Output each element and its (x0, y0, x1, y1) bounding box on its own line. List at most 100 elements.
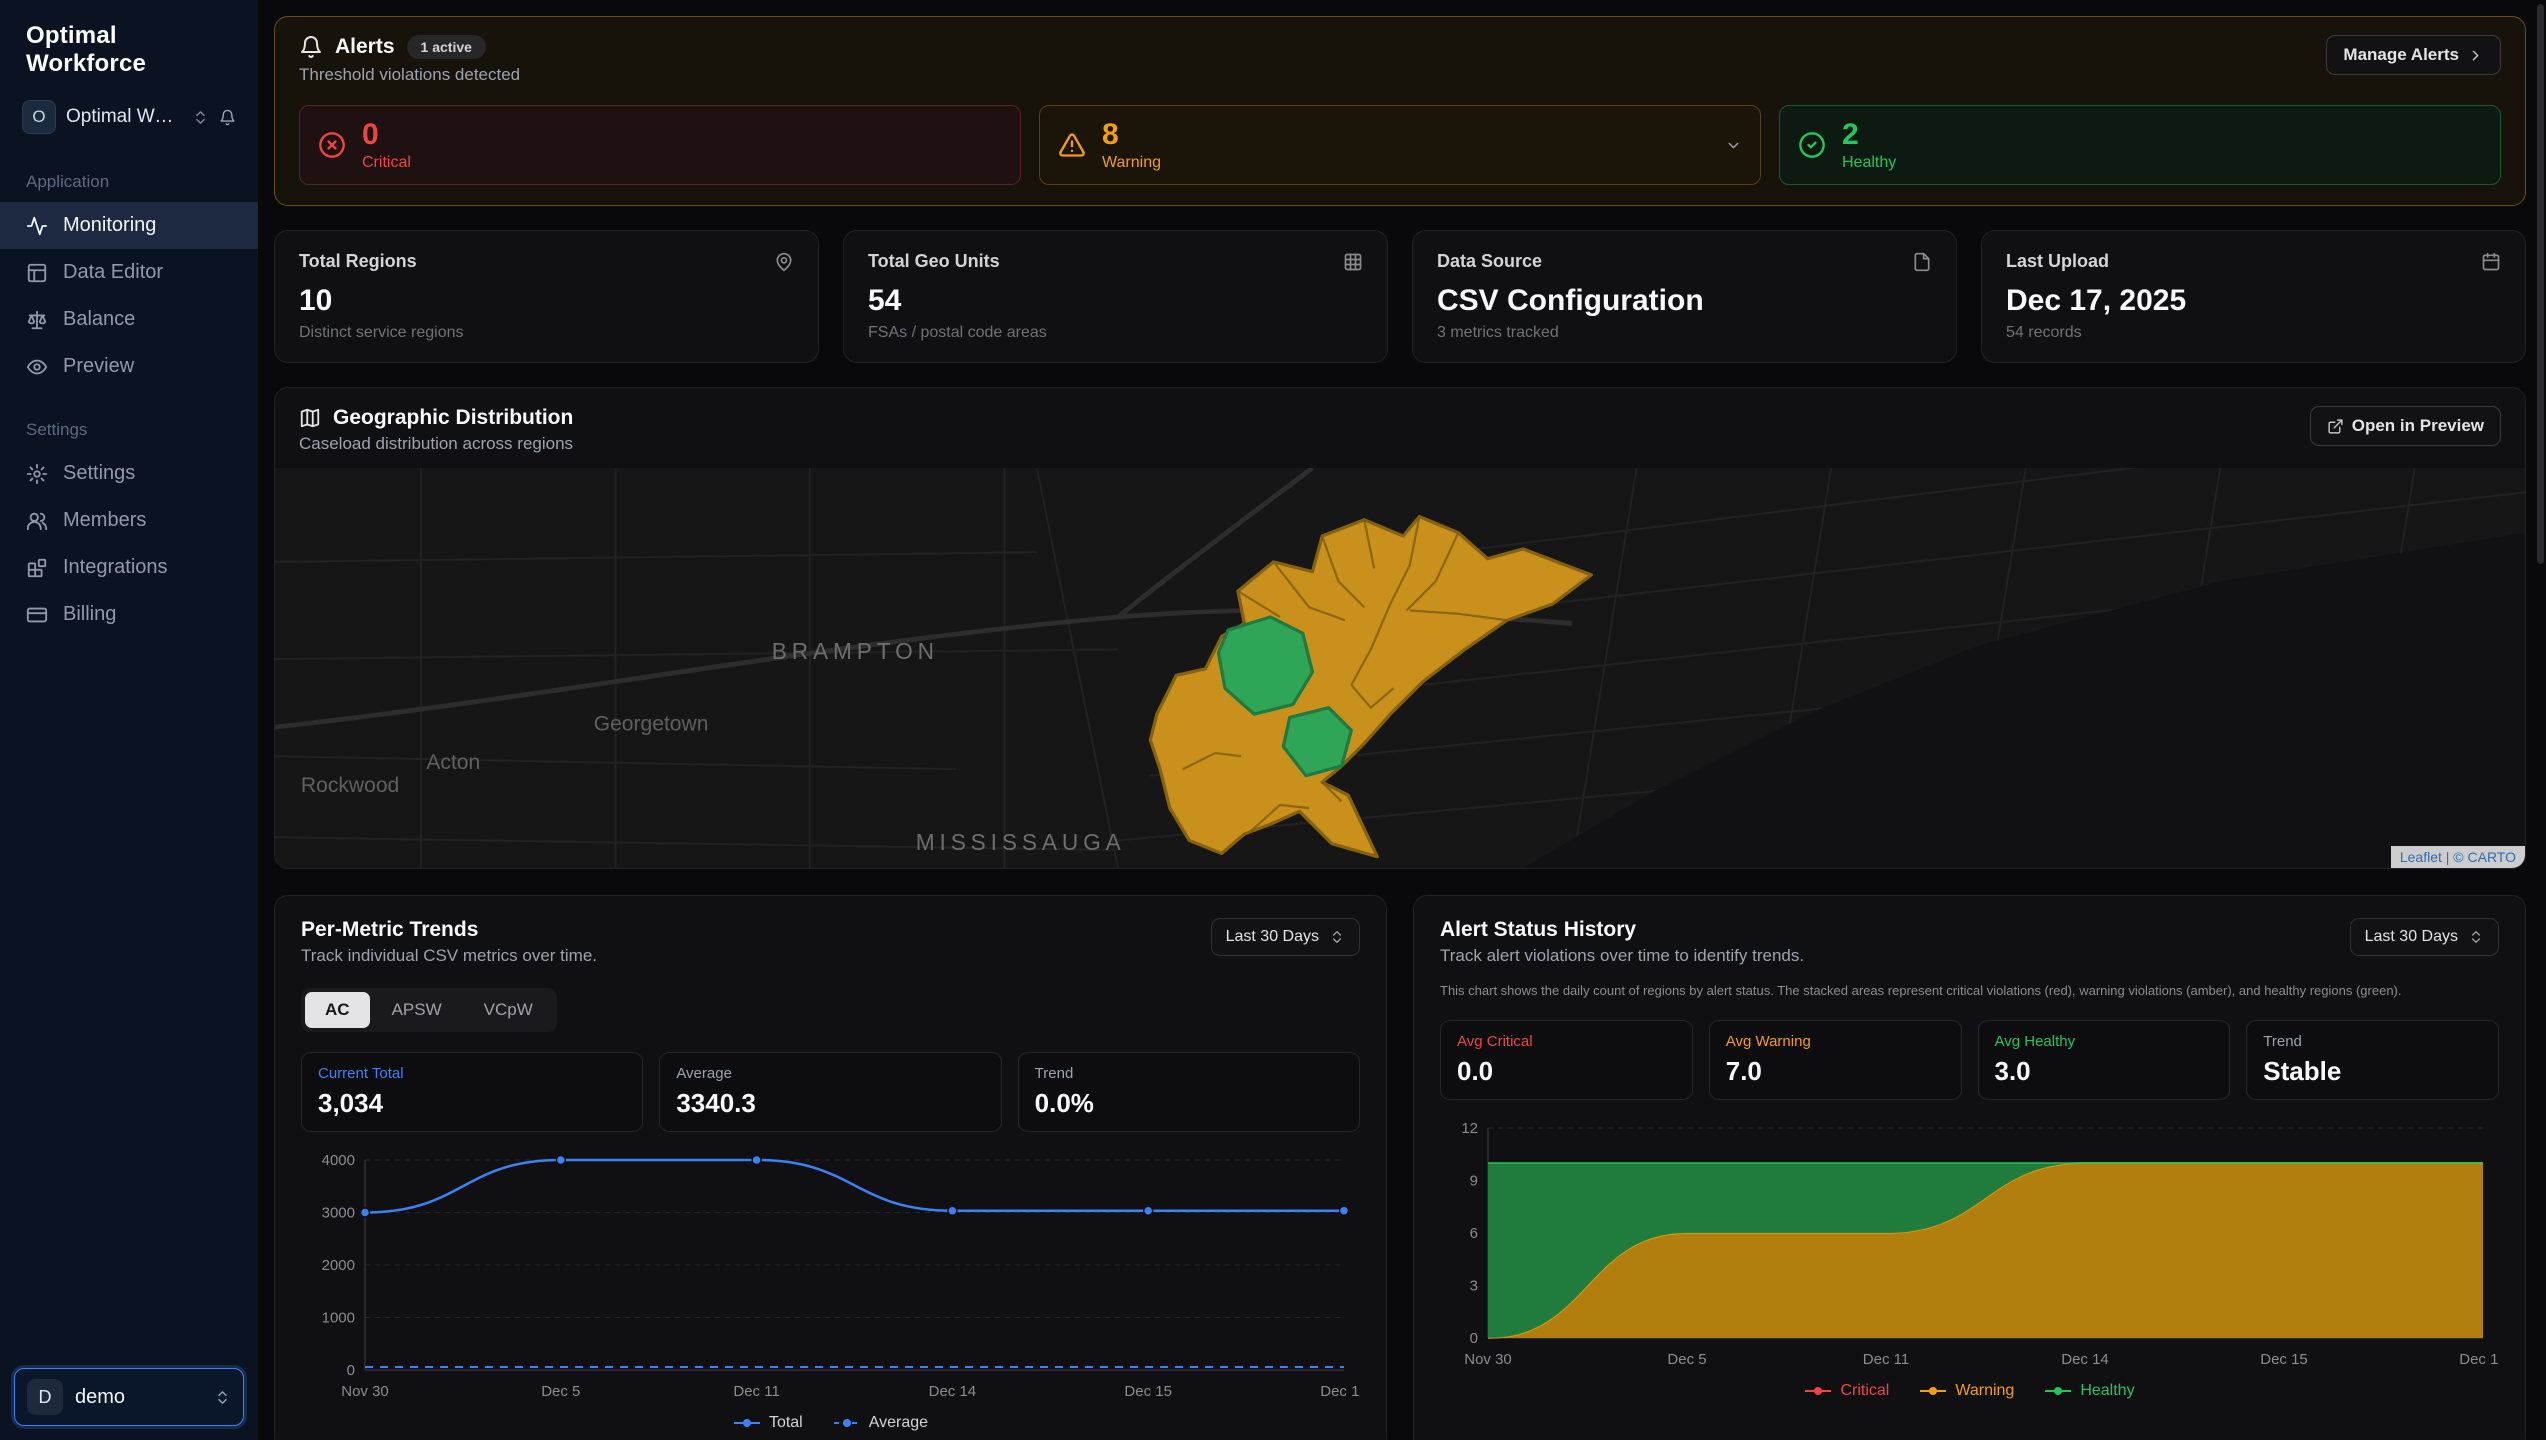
bell-icon (299, 35, 323, 59)
current-total-stat: Current Total 3,034 (301, 1052, 643, 1132)
stat-value: CSV Configuration (1437, 284, 1932, 318)
section-label-application: Application (0, 142, 258, 202)
mini-value: 3.0 (1995, 1056, 2214, 1087)
alert-history-legend: Critical Warning Healthy (1440, 1382, 2499, 1400)
summary-stats-row: Total Regions 10 Distinct service region… (274, 230, 2526, 363)
org-switcher[interactable]: O Optimal Workforce... (12, 92, 246, 142)
stat-title: Total Regions (299, 251, 417, 272)
org-avatar: O (22, 100, 56, 134)
section-label-settings: Settings (0, 390, 258, 450)
nav-label: Members (63, 509, 146, 532)
main-content: Alerts 1 active Threshold violations det… (258, 0, 2546, 1440)
per-metric-trends-card: Per-Metric Trends Track individual CSV m… (274, 895, 1387, 1440)
trend-line-chart: 01000200030004000Nov 30Dec 5Dec 11Dec 14… (301, 1148, 1360, 1406)
tab-vcpw[interactable]: VCpW (464, 992, 553, 1028)
stat-card-total-regions: Total Regions 10 Distinct service region… (274, 230, 819, 363)
geographic-distribution-card: Geographic Distribution Caseload distrib… (274, 387, 2526, 869)
map-label-rockwood: Rockwood (301, 774, 399, 797)
sidebar-item-balance[interactable]: Balance (0, 296, 258, 343)
svg-text:0: 0 (347, 1362, 355, 1379)
warning-status-card[interactable]: 8 Warning (1039, 105, 1761, 185)
trend-stable-stat: Trend Stable (2246, 1020, 2499, 1100)
warning-label: Warning (1102, 154, 1161, 172)
application-nav: Monitoring Data Editor Balance Preview (0, 202, 258, 390)
alert-history-range-value: Last 30 Days (2365, 928, 2458, 946)
alert-status-row: 0 Critical 8 Warning 2 Healthy (299, 105, 2501, 185)
trends-stat-boxes: Current Total 3,034 Average 3340.3 Trend… (301, 1052, 1360, 1132)
legend-critical[interactable]: Critical (1804, 1382, 1889, 1400)
settings-nav: Settings Members Integrations Billing (0, 450, 258, 638)
manage-alerts-button[interactable]: Manage Alerts (2326, 35, 2501, 75)
stat-subtitle: 3 metrics tracked (1437, 324, 1932, 342)
legend-warning[interactable]: Warning (1919, 1382, 2014, 1400)
sidebar-item-data-editor[interactable]: Data Editor (0, 249, 258, 296)
map-label-georgetown: Georgetown (594, 712, 709, 735)
nav-label: Integrations (63, 556, 168, 579)
check-circle-icon (1798, 131, 1826, 159)
sidebar-item-billing[interactable]: Billing (0, 591, 258, 638)
alert-history-range-select[interactable]: Last 30 Days (2350, 918, 2499, 956)
svg-text:6: 6 (1470, 1225, 1478, 1242)
sidebar-item-settings[interactable]: Settings (0, 450, 258, 497)
legend-label: Critical (1840, 1382, 1889, 1400)
mini-label: Avg Healthy (1995, 1033, 2214, 1050)
stat-title: Data Source (1437, 251, 1542, 272)
critical-label: Critical (362, 154, 411, 172)
chevrons-up-down-icon (192, 109, 209, 126)
credit-card-icon (26, 604, 48, 626)
alert-history-title: Alert Status History (1440, 918, 1804, 942)
trends-subtitle: Track individual CSV metrics over time. (301, 946, 597, 966)
trend-stat: Trend 0.0% (1018, 1052, 1360, 1132)
tab-ac[interactable]: AC (305, 992, 370, 1028)
leaflet-map[interactable]: BRAMPTON MISSISSAUGA Georgetown Acton Ro… (275, 468, 2525, 868)
calendar-icon (2481, 252, 2501, 272)
trends-legend: Total Average (301, 1414, 1360, 1432)
critical-status-card: 0 Critical (299, 105, 1021, 185)
sidebar-item-integrations[interactable]: Integrations (0, 544, 258, 591)
bell-icon[interactable] (219, 109, 236, 126)
open-in-preview-button[interactable]: Open in Preview (2310, 406, 2501, 446)
stat-title: Total Geo Units (868, 251, 1000, 272)
trend-chart-wrap: 01000200030004000Nov 30Dec 5Dec 11Dec 14… (301, 1148, 1360, 1406)
mini-value: 3,034 (318, 1088, 626, 1119)
manage-alerts-label: Manage Alerts (2343, 45, 2459, 65)
svg-text:1000: 1000 (322, 1310, 355, 1327)
sidebar-item-preview[interactable]: Preview (0, 343, 258, 390)
svg-text:Dec 11: Dec 11 (733, 1383, 779, 1400)
avg-critical-stat: Avg Critical 0.0 (1440, 1020, 1693, 1100)
external-link-icon (2327, 418, 2344, 435)
sidebar-item-members[interactable]: Members (0, 497, 258, 544)
sidebar-item-monitoring[interactable]: Monitoring (0, 202, 258, 249)
stat-subtitle: Distinct service regions (299, 324, 794, 342)
svg-text:Nov 30: Nov 30 (1464, 1351, 1512, 1368)
basemap-svg: BRAMPTON MISSISSAUGA Georgetown Acton Ro… (275, 468, 2525, 868)
legend-marker (733, 1417, 761, 1429)
avg-warning-stat: Avg Warning 7.0 (1709, 1020, 1962, 1100)
svg-text:4000: 4000 (322, 1152, 355, 1169)
trends-range-value: Last 30 Days (1226, 928, 1319, 946)
alerts-panel: Alerts 1 active Threshold violations det… (274, 16, 2526, 206)
blocks-icon (26, 557, 48, 579)
legend-label: Total (769, 1414, 803, 1432)
chevron-down-icon[interactable] (1725, 137, 1742, 154)
warning-count: 8 (1102, 118, 1161, 152)
tab-apsw[interactable]: APSW (372, 992, 462, 1028)
app-title: Optimal Workforce (0, 0, 258, 82)
legend-total[interactable]: Total (733, 1414, 803, 1432)
alert-history-description: This chart shows the daily count of regi… (1440, 982, 2499, 1000)
mini-label: Average (676, 1065, 984, 1082)
alert-status-history-card: Alert Status History Track alert violati… (1413, 895, 2526, 1440)
legend-healthy[interactable]: Healthy (2044, 1382, 2134, 1400)
alerts-subtitle: Threshold violations detected (299, 65, 520, 85)
svg-text:Dec 16: Dec 16 (1320, 1383, 1360, 1400)
legend-average[interactable]: Average (833, 1414, 928, 1432)
gear-icon (26, 463, 48, 485)
trends-range-select[interactable]: Last 30 Days (1211, 918, 1360, 956)
mini-label: Current Total (318, 1065, 626, 1082)
scrollbar[interactable] (2537, 4, 2544, 564)
nav-label: Preview (63, 355, 134, 378)
svg-text:Dec 16: Dec 16 (2459, 1351, 2499, 1368)
map-attribution[interactable]: Leaflet | © CARTO (2391, 846, 2525, 868)
legend-marker (1919, 1385, 1947, 1397)
user-switcher[interactable]: D demo (14, 1368, 244, 1426)
